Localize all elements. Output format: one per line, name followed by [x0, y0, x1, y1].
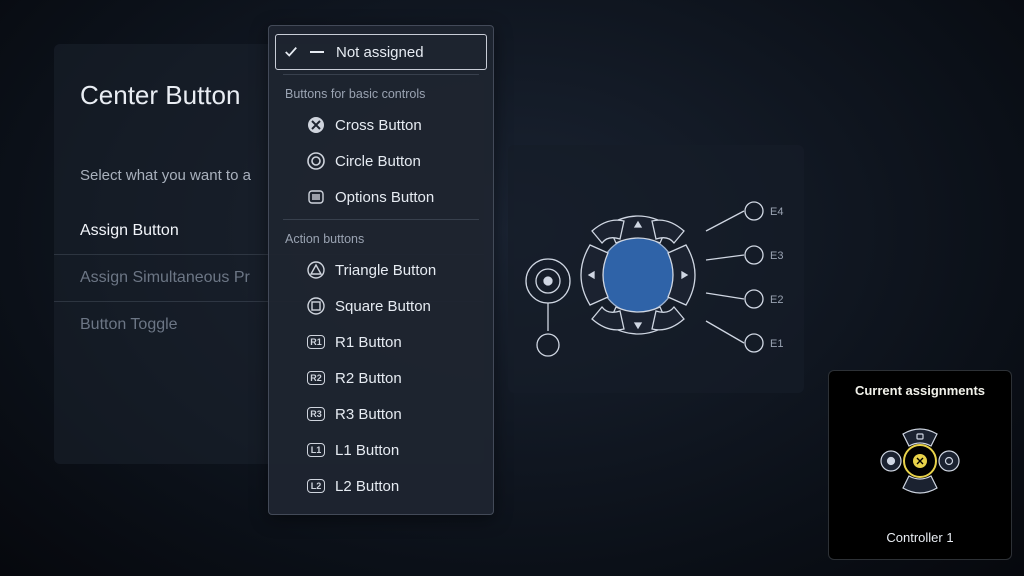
option-triangle-button[interactable]: Triangle Button — [269, 252, 493, 288]
expansion-label-e1: E1 — [770, 338, 783, 350]
menu-label: Button Toggle — [80, 316, 178, 333]
option-label: Options Button — [335, 189, 477, 206]
option-label: Square Button — [335, 298, 477, 315]
option-label: R1 Button — [335, 334, 477, 351]
section-action-buttons: Action buttons — [269, 224, 493, 252]
option-label: Not assigned — [336, 44, 476, 61]
option-label: L2 Button — [335, 478, 477, 495]
options-icon — [307, 188, 325, 206]
option-label: R2 Button — [335, 370, 477, 387]
current-assignments-card: Current assignments Controller 1 — [828, 370, 1012, 560]
controller-diagram: E4 E3 E2 E1 — [508, 145, 804, 393]
expansion-label-e4: E4 — [770, 206, 783, 218]
dash-icon — [308, 43, 326, 61]
cross-icon — [307, 116, 325, 134]
assignments-icon — [865, 406, 975, 516]
option-label: L1 Button — [335, 442, 477, 459]
option-not-assigned[interactable]: Not assigned — [275, 34, 487, 70]
menu-label: Assign Button — [80, 222, 179, 239]
option-square-button[interactable]: Square Button — [269, 288, 493, 324]
option-r2-button[interactable]: R2 R2 Button — [269, 360, 493, 396]
option-options-button[interactable]: Options Button — [269, 179, 493, 215]
menu-label: Assign Simultaneous Pr — [80, 269, 250, 286]
controller-label: Controller 1 — [886, 530, 953, 545]
triangle-icon — [307, 261, 325, 279]
option-label: R3 Button — [335, 406, 477, 423]
option-r3-button[interactable]: R3 R3 Button — [269, 396, 493, 432]
r3-icon: R3 — [307, 405, 325, 423]
circle-icon — [307, 152, 325, 170]
r2-icon: R2 — [307, 369, 325, 387]
option-label: Triangle Button — [335, 262, 477, 279]
square-icon — [307, 297, 325, 315]
option-l1-button[interactable]: L1 L1 Button — [269, 432, 493, 468]
check-icon — [284, 45, 298, 59]
divider — [283, 74, 479, 75]
option-l2-button[interactable]: L2 L2 Button — [269, 468, 493, 504]
expansion-label-e2: E2 — [770, 294, 783, 306]
button-assignment-dropdown: Not assigned Buttons for basic controls … — [268, 25, 494, 515]
divider — [283, 219, 479, 220]
option-label: Cross Button — [335, 117, 477, 134]
option-label: Circle Button — [335, 153, 477, 170]
expansion-label-e3: E3 — [770, 250, 783, 262]
l1-icon: L1 — [307, 441, 325, 459]
option-circle-button[interactable]: Circle Button — [269, 143, 493, 179]
assignments-title: Current assignments — [855, 383, 985, 398]
l2-icon: L2 — [307, 477, 325, 495]
option-r1-button[interactable]: R1 R1 Button — [269, 324, 493, 360]
option-cross-button[interactable]: Cross Button — [269, 107, 493, 143]
r1-icon: R1 — [307, 333, 325, 351]
section-basic-controls: Buttons for basic controls — [269, 79, 493, 107]
